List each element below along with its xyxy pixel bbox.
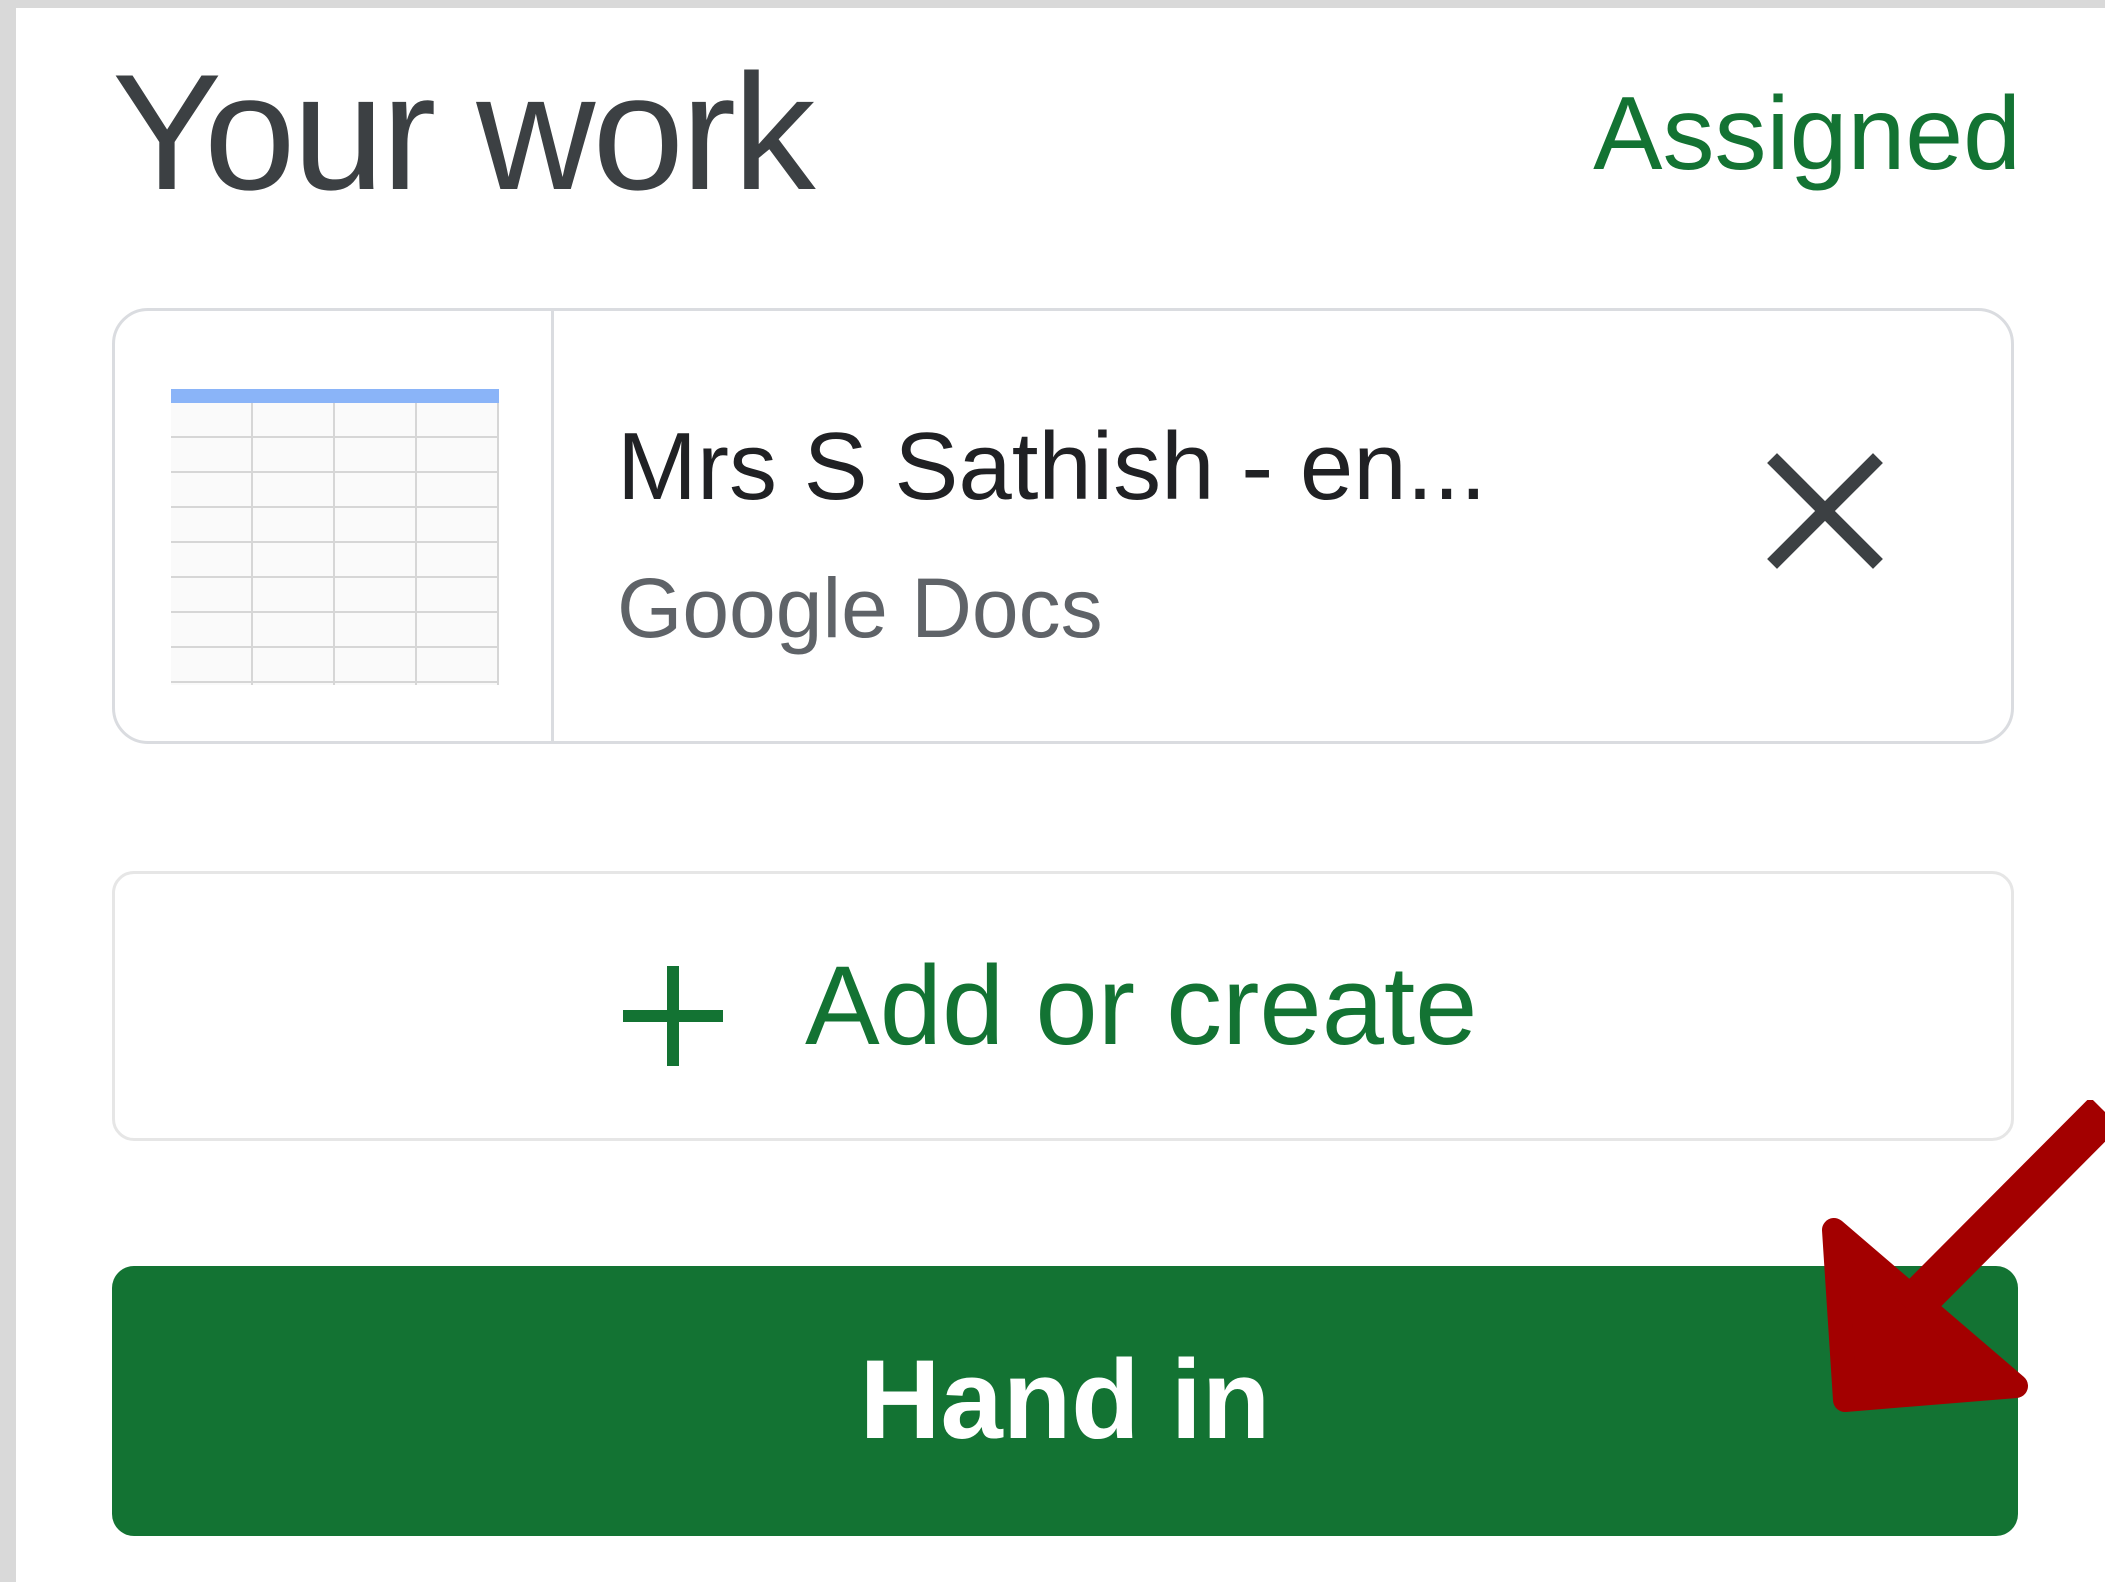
add-or-create-button[interactable]: Add or create: [112, 871, 2014, 1141]
window-frame-top: [0, 0, 2105, 8]
attachment-card[interactable]: Mrs S Sathish - en... Google Docs: [112, 308, 2014, 744]
remove-attachment-button[interactable]: [1755, 441, 1895, 581]
your-work-title: Your work: [112, 40, 816, 224]
add-or-create-label: Add or create: [805, 943, 1478, 1068]
window-frame-left: [0, 0, 16, 1582]
spreadsheet-thumbnail-icon: [171, 389, 499, 685]
plus-icon: [623, 966, 723, 1066]
hand-in-button[interactable]: Hand in: [112, 1266, 2018, 1536]
attachment-thumbnail[interactable]: [115, 311, 554, 741]
close-icon: [1767, 453, 1883, 569]
attachment-name[interactable]: Mrs S Sathish - en...: [617, 419, 1487, 515]
hand-in-label: Hand in: [859, 1337, 1271, 1462]
attachment-type: Google Docs: [617, 561, 1103, 655]
assignment-status: Assigned: [1593, 76, 2021, 192]
